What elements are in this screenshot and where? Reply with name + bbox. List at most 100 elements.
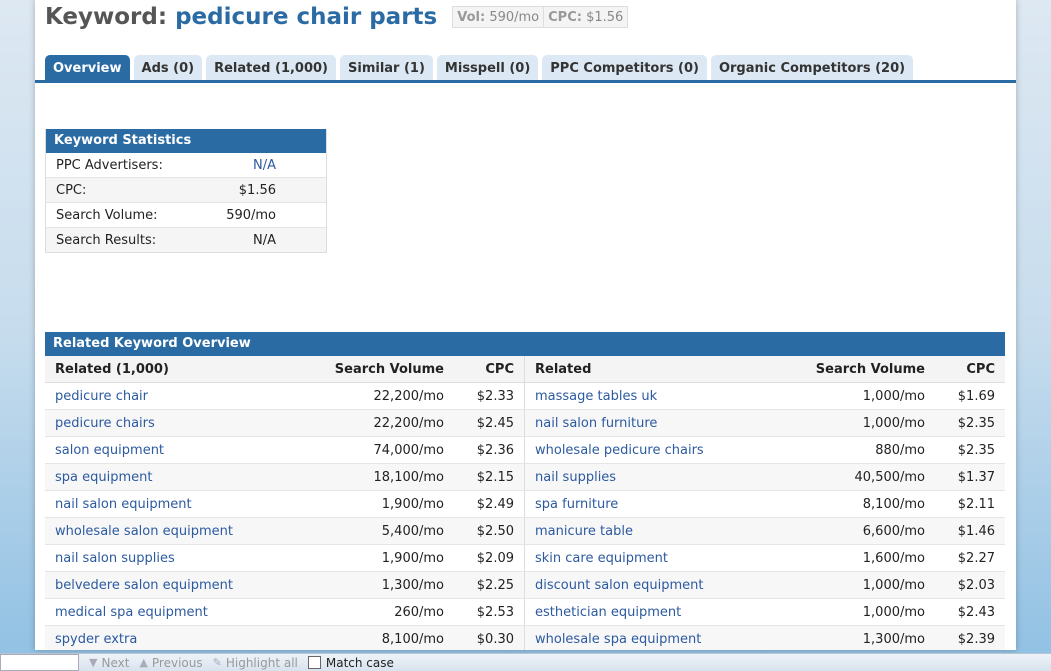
cpc-cell: $2.39 bbox=[935, 625, 1005, 650]
highlight-all-button[interactable]: ✎ Highlight all bbox=[213, 656, 298, 670]
col-cpc: CPC bbox=[454, 356, 525, 383]
title-keyword: pedicure chair parts bbox=[175, 4, 438, 30]
table-row: nail salon supplies 1,900/mo $2.09 bbox=[45, 544, 525, 572]
table-row: pedicure chairs 22,200/mo $2.45 bbox=[45, 409, 525, 437]
table-row: medical spa equipment 260/mo $2.53 bbox=[45, 598, 525, 626]
keyword-link[interactable]: pedicure chairs bbox=[55, 416, 155, 431]
title-label: Keyword: bbox=[45, 4, 168, 30]
keyword-link[interactable]: massage tables uk bbox=[535, 389, 657, 404]
keyword-cell: pedicure chairs bbox=[45, 409, 324, 437]
search-volume-cell: 880/mo bbox=[805, 436, 935, 464]
table-row: nail salon furniture 1,000/mo $2.35 bbox=[525, 409, 1005, 437]
search-volume-cell: 8,100/mo bbox=[324, 625, 454, 650]
keyword-statistics-panel: Keyword Statistics PPC Advertisers: N/A … bbox=[45, 129, 327, 253]
cpc-value: $1.56 bbox=[586, 9, 624, 25]
col-related: Related (1,000) bbox=[45, 356, 324, 383]
keyword-link[interactable]: salon equipment bbox=[55, 443, 164, 458]
tab-ads[interactable]: Ads (0) bbox=[133, 55, 203, 82]
vol-stat: Vol: 590/mo bbox=[453, 10, 543, 25]
stat-value: N/A bbox=[186, 153, 326, 178]
vol-label: Vol: bbox=[457, 9, 486, 25]
search-volume-cell: 22,200/mo bbox=[324, 382, 454, 410]
keyword-link[interactable]: spyder extra bbox=[55, 632, 137, 647]
highlighter-icon: ✎ bbox=[212, 656, 222, 669]
col-related: Related bbox=[525, 356, 805, 383]
cpc-cell: $2.33 bbox=[454, 382, 525, 410]
keyword-cell: esthetician equipment bbox=[525, 598, 805, 626]
search-volume-cell: 1,000/mo bbox=[805, 409, 935, 437]
tab-underline bbox=[35, 80, 1016, 83]
tab-organic-competitors[interactable]: Organic Competitors (20) bbox=[710, 55, 914, 82]
cpc-cell: $1.46 bbox=[935, 517, 1005, 545]
checkbox-box[interactable] bbox=[307, 656, 321, 669]
tab-related[interactable]: Related (1,000) bbox=[206, 55, 336, 82]
tab-overview[interactable]: Overview bbox=[45, 55, 130, 82]
keyword-link[interactable]: esthetician equipment bbox=[535, 605, 681, 620]
stat-label: CPC: bbox=[46, 177, 186, 203]
keyword-link[interactable]: nail salon equipment bbox=[55, 497, 192, 512]
stat-value: 590/mo bbox=[186, 202, 326, 228]
keyword-cell: nail supplies bbox=[525, 463, 805, 491]
search-volume-cell: 8,100/mo bbox=[805, 490, 935, 518]
keyword-link[interactable]: wholesale spa equipment bbox=[535, 632, 701, 647]
find-previous-button[interactable]: ▲ Previous bbox=[139, 656, 202, 670]
cpc-cell: $1.37 bbox=[935, 463, 1005, 491]
related-table-right: Related Search Volume CPC massage tables… bbox=[525, 356, 1005, 650]
keyword-cell: belvedere salon equipment bbox=[45, 571, 324, 599]
keyword-cell: skin care equipment bbox=[525, 544, 805, 572]
header-stats: Vol: 590/mo CPC: $1.56 bbox=[452, 6, 629, 28]
keyword-link[interactable]: wholesale salon equipment bbox=[55, 524, 233, 539]
tab-ppc-competitors[interactable]: PPC Competitors (0) bbox=[542, 55, 707, 82]
table-row: spa furniture 8,100/mo $2.11 bbox=[525, 490, 1005, 518]
match-case-label: Match case bbox=[325, 655, 394, 670]
table-row: spa equipment 18,100/mo $2.15 bbox=[45, 463, 525, 491]
cpc-cell: $0.30 bbox=[454, 625, 525, 650]
match-case-checkbox[interactable]: Match case bbox=[307, 655, 394, 670]
stat-label: Search Volume: bbox=[46, 202, 186, 228]
keyword-link[interactable]: wholesale pedicure chairs bbox=[535, 443, 704, 458]
find-next-button[interactable]: ▼ Next bbox=[89, 656, 129, 670]
cpc-cell: $2.35 bbox=[935, 409, 1005, 437]
keyword-link[interactable]: nail supplies bbox=[535, 470, 616, 485]
cpc-cell: $2.43 bbox=[935, 598, 1005, 626]
keyword-link[interactable]: nail salon supplies bbox=[55, 551, 175, 566]
search-volume-cell: 260/mo bbox=[324, 598, 454, 626]
related-left-body: pedicure chair 22,200/mo $2.33 pedicure cha… bbox=[45, 382, 525, 650]
stat-row: Search Results: N/A bbox=[46, 227, 326, 252]
keyword-link[interactable]: spa furniture bbox=[535, 497, 618, 512]
keyword-statistics-table: PPC Advertisers: N/A CPC: $1.56 Search V… bbox=[46, 153, 326, 252]
tab-similar[interactable]: Similar (1) bbox=[340, 55, 433, 82]
tab-misspell[interactable]: Misspell (0) bbox=[436, 55, 539, 82]
table-row: nail supplies 40,500/mo $1.37 bbox=[525, 463, 1005, 491]
search-volume-cell: 1,300/mo bbox=[324, 571, 454, 599]
search-volume-cell: 22,200/mo bbox=[324, 409, 454, 437]
stat-row: Search Volume: 590/mo bbox=[46, 202, 326, 228]
keyword-link[interactable]: nail salon furniture bbox=[535, 416, 657, 431]
table-row: skin care equipment 1,600/mo $2.27 bbox=[525, 544, 1005, 572]
keyword-link[interactable]: pedicure chair bbox=[55, 389, 148, 404]
stat-label: PPC Advertisers: bbox=[46, 153, 186, 178]
keyword-link[interactable]: belvedere salon equipment bbox=[55, 578, 233, 593]
search-volume-cell: 5,400/mo bbox=[324, 517, 454, 545]
table-row: spyder extra 8,100/mo $0.30 bbox=[45, 625, 525, 650]
table-row: esthetician equipment 1,000/mo $2.43 bbox=[525, 598, 1005, 626]
cpc-stat: CPC: $1.56 bbox=[544, 10, 627, 25]
table-row: salon equipment 74,000/mo $2.36 bbox=[45, 436, 525, 464]
table-row: nail salon equipment 1,900/mo $2.49 bbox=[45, 490, 525, 518]
find-next-label: Next bbox=[101, 655, 130, 670]
keyword-cell: nail salon furniture bbox=[525, 409, 805, 437]
keyword-cell: nail salon supplies bbox=[45, 544, 324, 572]
keyword-link[interactable]: manicure table bbox=[535, 524, 633, 539]
cpc-cell: $2.45 bbox=[454, 409, 525, 437]
keyword-link[interactable]: spa equipment bbox=[55, 470, 152, 485]
table-row: wholesale spa equipment 1,300/mo $2.39 bbox=[525, 625, 1005, 650]
keyword-cell: spyder extra bbox=[45, 625, 324, 650]
find-input[interactable] bbox=[0, 654, 79, 671]
related-right-body: massage tables uk 1,000/mo $1.69 nail salon… bbox=[525, 382, 1005, 650]
search-volume-cell: 1,000/mo bbox=[805, 382, 935, 410]
related-tables: Related (1,000) Search Volume CPC pedicu… bbox=[45, 356, 1005, 650]
find-bar: ▼ Next ▲ Previous ✎ Highlight all Match … bbox=[0, 653, 1051, 671]
keyword-link[interactable]: medical spa equipment bbox=[55, 605, 208, 620]
keyword-link[interactable]: skin care equipment bbox=[535, 551, 668, 566]
keyword-link[interactable]: discount salon equipment bbox=[535, 578, 703, 593]
